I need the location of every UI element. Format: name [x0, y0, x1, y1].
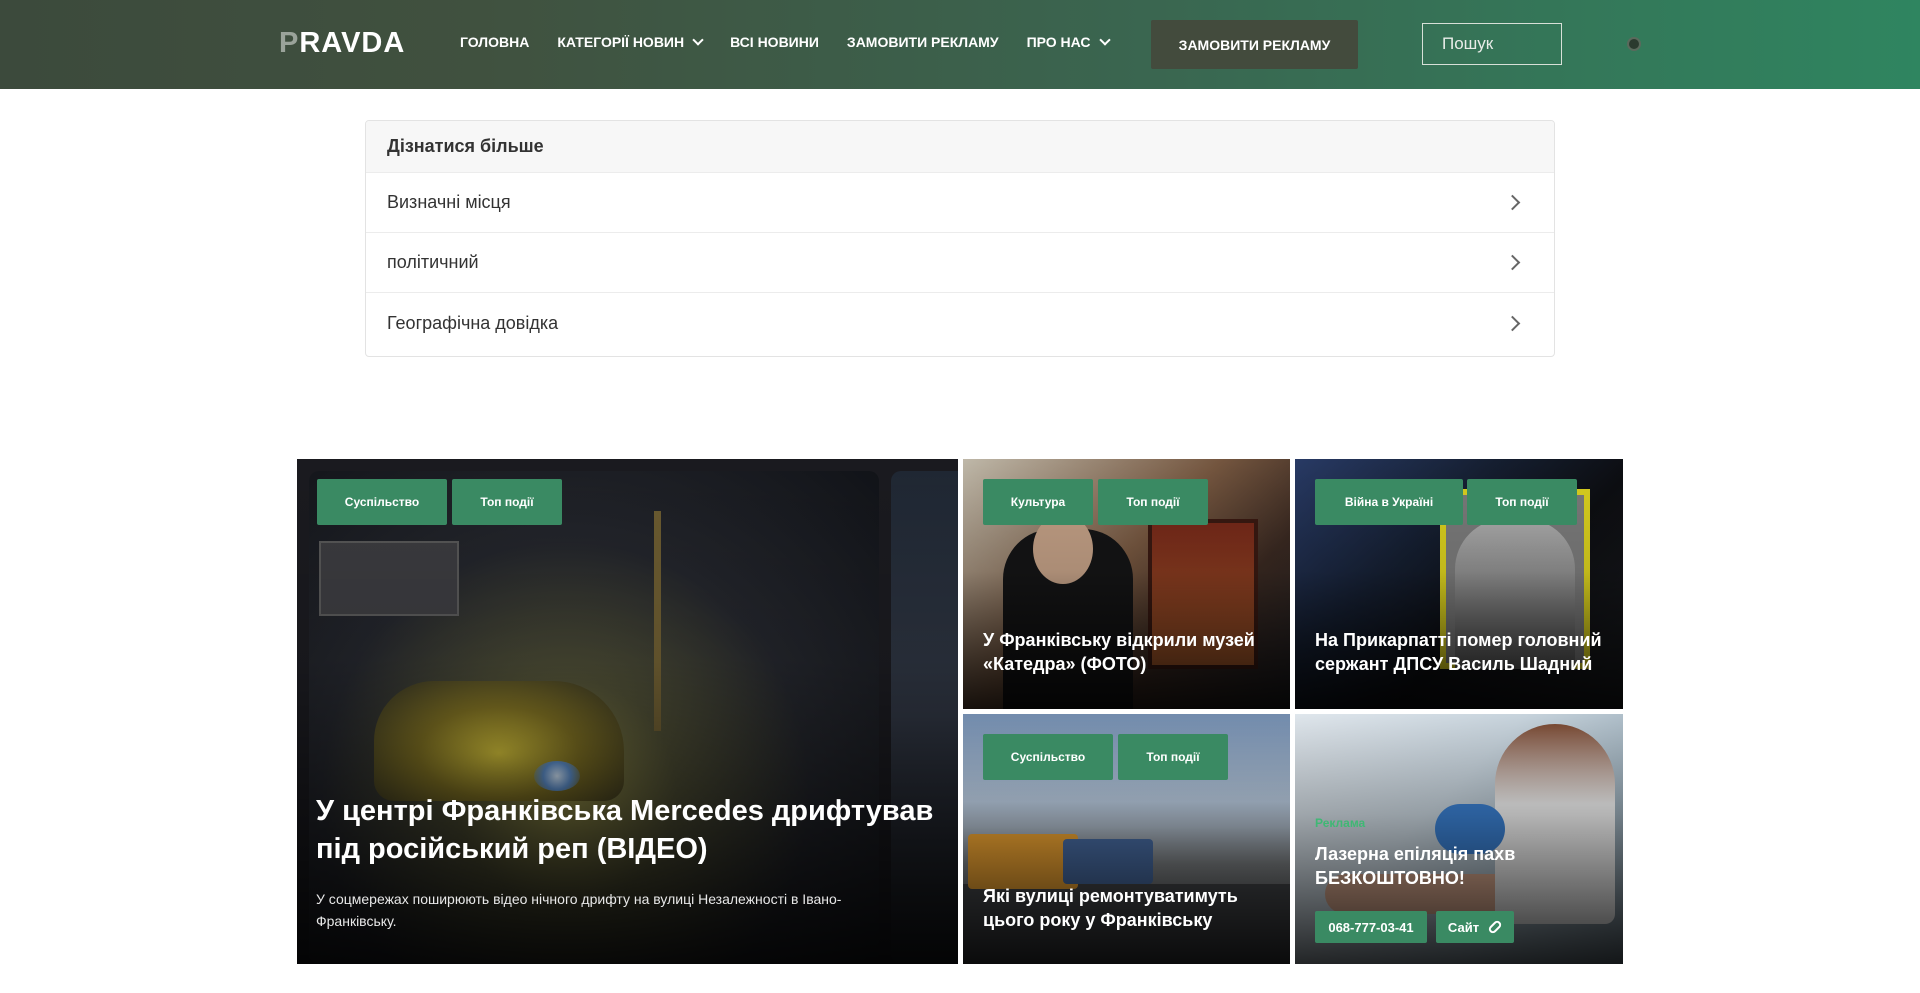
news-title[interactable]: У Франківську відкрили музей «Катедра» (… [983, 628, 1278, 676]
nav-label: ПРО НАС [1026, 34, 1091, 50]
theme-toggle-icon[interactable] [1629, 39, 1639, 49]
site-logo[interactable]: PRAVDA [279, 27, 405, 60]
link-icon [1487, 919, 1503, 935]
accordion-item-landmarks[interactable]: Визначні місця [366, 173, 1554, 233]
featured-news-excerpt: У соцмережах поширюють відео нічного дри… [316, 891, 842, 929]
featured-news-card[interactable]: Суспільство Топ події У центрі Франківсь… [297, 459, 958, 964]
nav-item-order-ads[interactable]: ЗАМОВИТИ РЕКЛАМУ [847, 34, 999, 50]
main-nav: ГОЛОВНА КАТЕГОРІЇ НОВИН ВСІ НОВИНИ ЗАМОВ… [460, 34, 1137, 50]
accordion-item-label: Визначні місця [387, 192, 511, 212]
order-ads-button[interactable]: ЗАМОВИТИ РЕКЛАМУ [1151, 20, 1358, 69]
nav-label: ГОЛОВНА [460, 34, 530, 50]
ad-phone-button[interactable]: 068-777-03-41 [1315, 911, 1427, 943]
tag-top-events[interactable]: Топ події [1118, 734, 1228, 780]
tag-society[interactable]: Суспільство [983, 734, 1113, 780]
accordion-title: Дізнатися більше [366, 121, 1554, 173]
nav-label: ЗАМОВИТИ РЕКЛАМУ [846, 34, 999, 50]
accordion-item-label: політичний [387, 252, 479, 272]
news-card-streets[interactable]: Суспільство Топ події Які вулиці ремонту… [963, 714, 1290, 964]
tag-society[interactable]: Суспільство [317, 479, 447, 525]
news-title[interactable]: На Прикарпатті помер головний сержант ДП… [1315, 628, 1610, 676]
news-title[interactable]: Які вулиці ремонтуватимуть цього року у … [983, 884, 1278, 932]
site-header: PRAVDA ГОЛОВНА КАТЕГОРІЇ НОВИН ВСІ НОВИН… [0, 0, 1920, 89]
ad-site-button[interactable]: Сайт [1436, 911, 1514, 943]
tag-top-events[interactable]: Топ події [1098, 479, 1208, 525]
accordion-item-political[interactable]: політичний [366, 233, 1554, 293]
chevron-right-icon [1504, 254, 1521, 271]
ad-label: Реклама [1315, 816, 1366, 830]
chevron-right-icon [1504, 194, 1521, 211]
nav-item-all-news[interactable]: ВСІ НОВИНИ [730, 34, 819, 50]
featured-news-title[interactable]: У центрі Франківська Mercedes дрифтував … [316, 792, 936, 868]
tag-top-events[interactable]: Топ події [1467, 479, 1577, 525]
chevron-down-icon [1098, 34, 1111, 46]
learn-more-accordion: Дізнатися більше Визначні місця політичн… [365, 120, 1555, 357]
search-input[interactable] [1422, 23, 1562, 65]
ad-title[interactable]: Лазерна епіляція пахв БЕЗКОШТОВНО! [1315, 842, 1605, 890]
chevron-down-icon [692, 34, 704, 46]
chevron-right-icon [1504, 315, 1521, 331]
tag-top-events[interactable]: Топ події [452, 479, 562, 525]
accordion-item-geography[interactable]: Географічна довідка [366, 293, 1554, 353]
tag-war-in-ukraine[interactable]: Війна в Україні [1315, 479, 1463, 525]
ad-site-label: Сайт [1447, 919, 1480, 935]
nav-item-about[interactable]: ПРО НАС [1026, 34, 1111, 50]
nav-item-categories[interactable]: КАТЕГОРІЇ НОВИН [557, 34, 704, 50]
nav-label: КАТЕГОРІЇ НОВИН [557, 34, 685, 50]
tag-culture[interactable]: Культура [983, 479, 1093, 525]
accordion-item-label: Географічна довідка [387, 312, 559, 333]
logo-first-letter: P [279, 27, 300, 59]
ad-card[interactable]: Реклама Лазерна епіляція пахв БЕЗКОШТОВН… [1295, 714, 1623, 964]
nav-label: ВСІ НОВИНИ [730, 34, 819, 50]
news-card-museum[interactable]: Культура Топ події У Франківську відкрил… [963, 459, 1290, 709]
nav-item-home[interactable]: ГОЛОВНА [460, 34, 529, 50]
news-card-war[interactable]: Війна в Україні Топ події На Прикарпатті… [1295, 459, 1623, 709]
logo-rest: RAVDA [299, 27, 406, 59]
